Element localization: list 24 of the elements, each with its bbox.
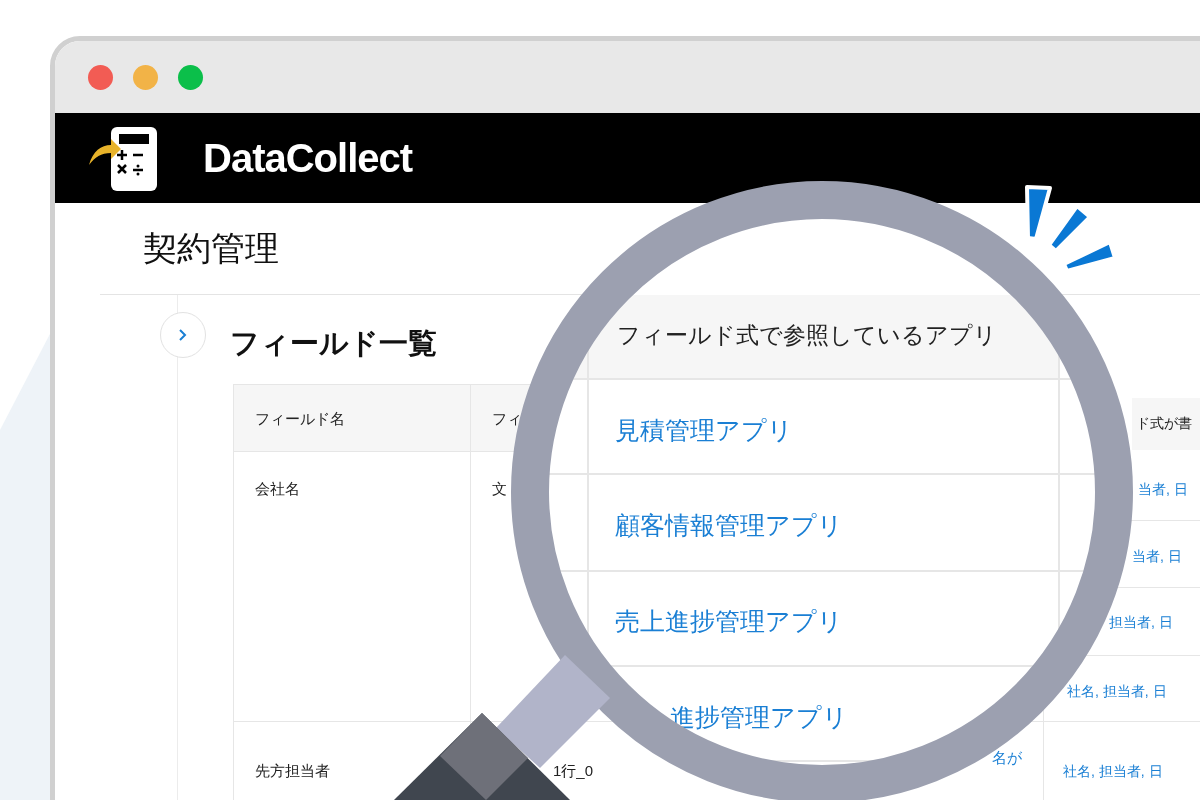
field-reference-link[interactable]: 社名, 担当者, 日 bbox=[1067, 681, 1167, 702]
app-link[interactable]: 見積管理アプリ bbox=[615, 412, 793, 450]
app-link[interactable]: 顧客情報管理アプリ bbox=[615, 507, 843, 545]
field-reference-link[interactable]: 社名, 担当者, 日 bbox=[1063, 761, 1163, 782]
table-cell-text: 先方担当者 bbox=[255, 761, 330, 781]
column-header: ド式が書 bbox=[1132, 398, 1200, 450]
window-control-button[interactable] bbox=[133, 64, 158, 90]
column-header: フィ bbox=[492, 409, 522, 429]
table-cell-text: 1行_0 bbox=[553, 761, 594, 781]
app-name: DataCollect bbox=[203, 135, 413, 182]
table-cell-text: 文 bbox=[492, 479, 507, 499]
app-link[interactable]: 売上進捗管理アプリ bbox=[615, 603, 843, 641]
field-reference-link[interactable]: 当者, 日 bbox=[1132, 546, 1182, 567]
table-link[interactable]: 名が bbox=[992, 747, 1022, 770]
column-header: フィールド式で参照しているアプリ bbox=[617, 321, 997, 350]
field-reference-link[interactable]: 担当者, 日 bbox=[1109, 612, 1173, 633]
section-title: フィールド一覧 bbox=[230, 326, 437, 361]
table-cell-text: 会社名 bbox=[255, 479, 300, 499]
column-header: フィールド名 bbox=[255, 409, 345, 429]
page-title: 契約管理 bbox=[143, 228, 279, 269]
window-control-button[interactable] bbox=[178, 64, 203, 90]
window-control-button[interactable] bbox=[88, 64, 113, 90]
field-reference-link[interactable]: 当者, 日 bbox=[1138, 479, 1188, 500]
chevron-right-icon bbox=[178, 328, 188, 342]
